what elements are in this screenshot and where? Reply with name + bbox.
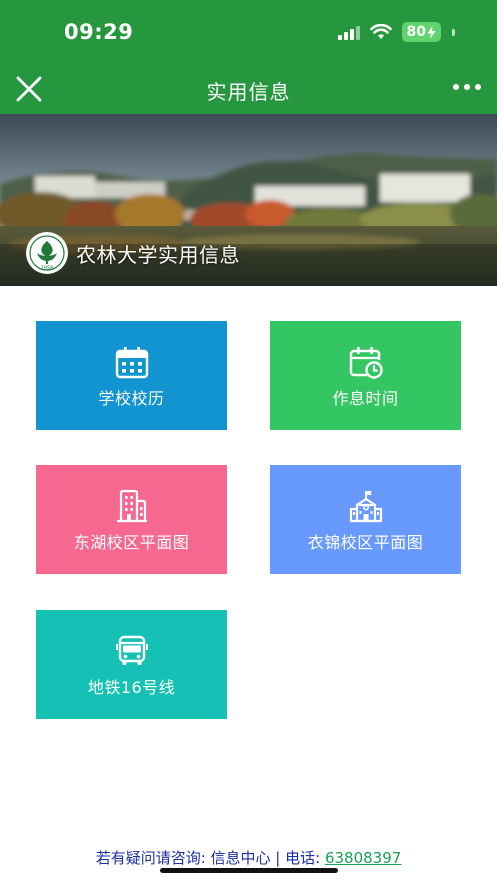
school-icon xyxy=(349,491,382,523)
calendar-clock-icon xyxy=(349,347,383,379)
battery-indicator: 80 xyxy=(401,22,441,42)
footer-contact: 若有疑问请咨询: 信息中心 | 电话: 63808397 xyxy=(0,847,497,868)
tile-label: 地铁16号线 xyxy=(87,678,176,697)
cellular-signal-icon xyxy=(337,24,360,40)
battery-level: 80 xyxy=(406,24,426,40)
tile-yijin-campus-map[interactable]: 衣锦校区平面图 xyxy=(270,465,461,574)
tile-metro-line-16[interactable]: 地铁16号线 xyxy=(36,610,227,719)
tile-label: 东湖校区平面图 xyxy=(73,533,190,552)
bus-icon xyxy=(115,635,148,665)
campus-photo xyxy=(0,114,497,286)
tile-donghu-campus-map[interactable]: 东湖校区平面图 xyxy=(36,465,227,574)
tile-label: 学校校历 xyxy=(98,389,165,408)
page-title: 实用信息 xyxy=(206,80,291,104)
status-bar: 09:29 80 xyxy=(0,0,497,64)
tile-label: 作息时间 xyxy=(332,389,399,408)
more-icon[interactable] xyxy=(453,84,481,90)
logo-year: 1958 xyxy=(41,266,54,272)
home-indicator[interactable] xyxy=(160,868,338,873)
building-icon xyxy=(116,489,147,523)
banner-image: 1958 农林大学实用信息 xyxy=(0,114,497,286)
university-logo: 1958 xyxy=(26,232,68,274)
phone-link[interactable]: 63808397 xyxy=(325,849,401,867)
tile-schedule[interactable]: 作息时间 xyxy=(270,321,461,430)
status-time: 09:29 xyxy=(64,20,134,44)
tile-label: 衣锦校区平面图 xyxy=(307,533,424,552)
calendar-icon xyxy=(115,347,148,379)
battery-cap xyxy=(452,28,455,36)
status-indicators: 80 xyxy=(337,22,455,42)
charging-bolt-icon xyxy=(427,25,436,39)
footer-text: 若有疑问请咨询: 信息中心 | 电话: xyxy=(95,849,325,867)
nav-bar: 实用信息 xyxy=(0,64,497,114)
banner-title: 农林大学实用信息 xyxy=(76,243,240,267)
wifi-icon xyxy=(369,24,392,39)
tile-school-calendar[interactable]: 学校校历 xyxy=(36,321,227,430)
